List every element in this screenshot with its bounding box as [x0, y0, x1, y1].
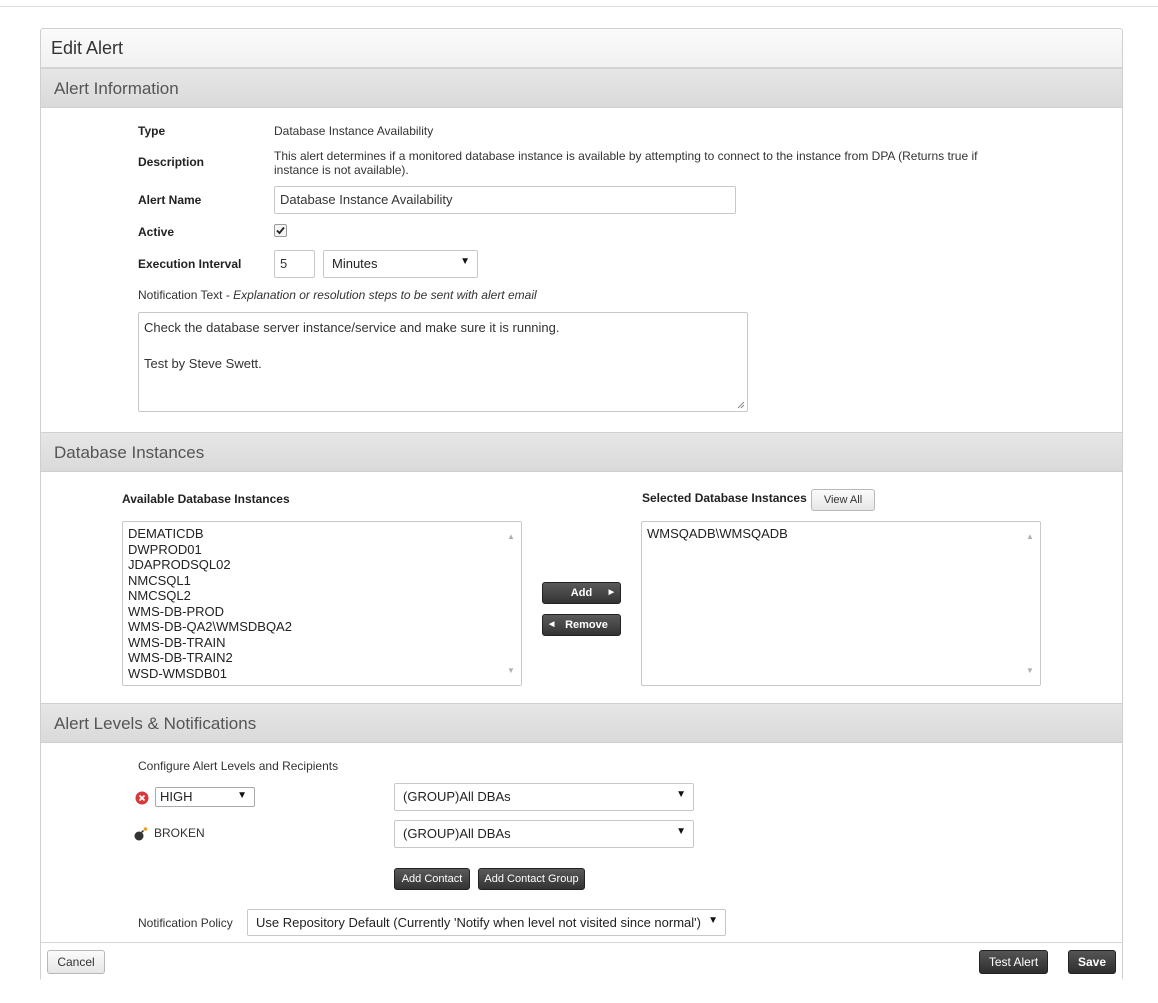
list-item[interactable]: WMS-DB-TRAIN2	[128, 650, 516, 666]
high-recipient-value: (GROUP)All DBAs	[403, 789, 511, 804]
type-value: Database Instance Availability	[274, 124, 434, 138]
notification-text-title: Notification Text -	[138, 288, 234, 302]
high-level-select[interactable]: HIGH ▼	[155, 787, 255, 807]
selected-instances-label: Selected Database Instances	[642, 491, 807, 505]
list-item[interactable]: WMSQADB\WMSQADB	[647, 526, 1035, 542]
list-item[interactable]: WSD-WMSDB01	[128, 666, 516, 682]
scrollbar[interactable]: ▲ ▼	[1022, 522, 1040, 685]
broken-level-label: BROKEN	[154, 826, 205, 840]
page-title: Edit Alert	[41, 29, 1122, 68]
interval-unit-value: Minutes	[332, 256, 378, 271]
scroll-down-icon[interactable]: ▼	[507, 663, 515, 679]
resize-grip-icon[interactable]	[737, 401, 745, 409]
list-item[interactable]: DEMATICDB	[128, 526, 516, 542]
notification-policy-value: Use Repository Default (Currently 'Notif…	[256, 915, 701, 930]
view-all-button[interactable]: View All	[811, 489, 875, 511]
active-checkbox[interactable]	[274, 224, 287, 237]
add-button[interactable]: Add ▶	[542, 582, 621, 604]
interval-unit-select[interactable]: Minutes ▼	[323, 250, 478, 278]
footer-bar: Cancel Test Alert Save	[41, 942, 1122, 981]
notification-text-line: Test by Steve Swett.	[144, 356, 262, 371]
error-icon	[135, 791, 149, 805]
notification-text-area[interactable]: Check the database server instance/servi…	[138, 312, 748, 412]
alert-name-input[interactable]: Database Instance Availability	[274, 186, 736, 214]
scrollbar[interactable]: ▲ ▼	[503, 522, 521, 685]
list-item[interactable]: JDAPRODSQL02	[128, 557, 516, 573]
alert-name-label: Alert Name	[138, 193, 202, 207]
remove-label: Remove	[565, 619, 608, 631]
section-header-database-instances: Database Instances	[41, 432, 1122, 472]
cancel-button[interactable]: Cancel	[47, 950, 105, 974]
edit-alert-panel: Edit Alert Alert Information Type Databa…	[40, 28, 1123, 981]
description-value: This alert determines if a monitored dat…	[274, 149, 978, 177]
notification-text-line: Check the database server instance/servi…	[144, 320, 560, 335]
chevron-down-icon: ▼	[708, 915, 718, 926]
scroll-up-icon[interactable]: ▲	[1026, 529, 1034, 545]
list-item[interactable]: NMCSQL2	[128, 588, 516, 604]
execution-interval-input[interactable]: 5	[274, 250, 315, 278]
notification-text-label: Notification Text - Explanation or resol…	[138, 288, 537, 302]
notification-policy-label: Notification Policy	[138, 916, 233, 930]
list-item[interactable]: WMS-DB-PROD	[128, 604, 516, 620]
add-label: Add	[570, 587, 593, 599]
broken-recipient-value: (GROUP)All DBAs	[403, 826, 511, 841]
active-label: Active	[138, 225, 175, 239]
list-item[interactable]: NMCSQL1	[128, 573, 516, 589]
chevron-down-icon: ▼	[676, 826, 686, 837]
list-item[interactable]: DWPROD01	[128, 542, 516, 558]
high-level-value: HIGH	[160, 789, 193, 804]
remove-button[interactable]: ◀ Remove	[542, 614, 621, 636]
description-label: Description	[138, 155, 205, 169]
check-icon	[276, 226, 285, 235]
add-contact-button[interactable]: Add Contact	[394, 868, 470, 890]
available-instances-label: Available Database Instances	[122, 492, 290, 506]
add-contact-group-button[interactable]: Add Contact Group	[478, 868, 585, 890]
configure-levels-label: Configure Alert Levels and Recipients	[138, 759, 339, 773]
chevron-down-icon: ▼	[460, 256, 470, 267]
bomb-icon	[134, 827, 148, 841]
scroll-up-icon[interactable]: ▲	[507, 529, 515, 545]
chevron-down-icon: ▼	[676, 789, 686, 800]
notification-policy-select[interactable]: Use Repository Default (Currently 'Notif…	[247, 909, 726, 936]
section-header-alert-levels: Alert Levels & Notifications	[41, 703, 1122, 743]
chevron-down-icon: ▼	[237, 790, 247, 801]
notification-text-hint: Explanation or resolution steps to be se…	[233, 288, 537, 302]
list-item[interactable]: WMS-DB-TRAIN	[128, 635, 516, 651]
broken-recipient-select[interactable]: (GROUP)All DBAs ▼	[394, 820, 694, 848]
scroll-down-icon[interactable]: ▼	[1026, 663, 1034, 679]
section-header-alert-information: Alert Information	[41, 68, 1122, 108]
save-button[interactable]: Save	[1068, 950, 1116, 974]
high-recipient-select[interactable]: (GROUP)All DBAs ▼	[394, 783, 694, 811]
arrow-left-icon: ◀	[549, 621, 555, 628]
top-divider	[0, 6, 1158, 7]
selected-instances-list[interactable]: WMSQADB\WMSQADB ▲ ▼	[641, 521, 1041, 686]
arrow-right-icon: ▶	[608, 589, 614, 596]
test-alert-button[interactable]: Test Alert	[979, 950, 1048, 974]
available-instances-list[interactable]: DEMATICDB DWPROD01 JDAPRODSQL02 NMCSQL1 …	[122, 521, 522, 686]
type-label: Type	[138, 124, 166, 138]
list-item[interactable]: WMS-DB-QA2\WMSDBQA2	[128, 619, 516, 635]
execution-interval-label: Execution Interval	[138, 257, 242, 271]
